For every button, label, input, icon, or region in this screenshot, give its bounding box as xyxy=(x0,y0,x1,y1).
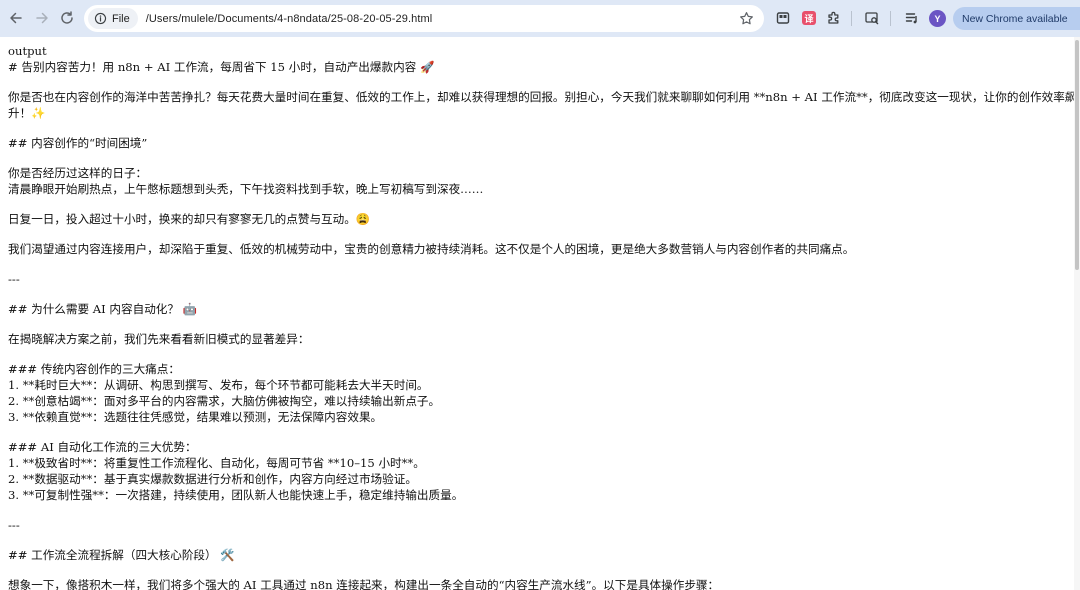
text-line: 你是否也在内容创作的海洋中苦苦挣扎？每天花费大量时间在重复、低效的工作上，却难以… xyxy=(8,90,1074,104)
search-tab-button[interactable] xyxy=(864,10,880,26)
forward-button[interactable] xyxy=(30,6,54,30)
text-line: 2. **数据驱动**：基于真实爆款数据进行分析和创作，内容方向经过市场验证。 xyxy=(8,472,417,486)
toolbar-divider xyxy=(890,11,891,26)
reading-mode-button[interactable] xyxy=(775,10,791,26)
info-icon xyxy=(94,12,107,25)
text-line: 1. **极致省时**：将重复性工作流程化、自动化，每周可节省 **10–15 … xyxy=(8,456,425,470)
text-line: ## 内容创作的“时间困境” xyxy=(8,136,148,150)
playlist-icon xyxy=(905,13,917,24)
update-label: New Chrome available xyxy=(962,12,1068,25)
site-info-label: File xyxy=(112,12,130,25)
text-line: 3. **可复制性强**：一次搭建，持续使用，团队新人也能快速上手，稳定维持输出… xyxy=(8,488,464,502)
text-line: 升！✨ xyxy=(8,106,46,120)
bookmark-star-icon[interactable] xyxy=(739,11,754,26)
more-vert-icon: ⋮ xyxy=(1075,12,1080,26)
arrow-left-icon xyxy=(10,12,22,24)
text-line: ### 传统内容创作的三大痛点： xyxy=(8,362,180,376)
text-line: 清晨睁眼开始刷热点，上午憋标题想到头秃，下午找资料找到手软，晚上写初稿写到深夜…… xyxy=(8,182,484,196)
url-text[interactable]: /Users/mulele/Documents/4-n8ndata/25-08-… xyxy=(146,13,433,25)
tab-search-icon xyxy=(865,12,879,25)
text-line: 2. **创意枯竭**：面对多平台的内容需求，大脑仿佛被掏空，难以持续输出新点子… xyxy=(8,394,441,408)
text-line: output xyxy=(8,44,47,58)
translate-icon: 译 xyxy=(802,11,816,25)
new-chrome-available-button[interactable]: New Chrome available ⋮ xyxy=(953,7,1080,30)
reading-mode-icon xyxy=(776,12,790,24)
text-line: 你是否经历过这样的日子： xyxy=(8,166,148,180)
reload-icon xyxy=(61,11,73,24)
extensions-button[interactable] xyxy=(826,10,842,26)
text-line: --- xyxy=(8,518,20,532)
puzzle-icon xyxy=(828,11,839,24)
text-line: 1. **耗时巨大**：从调研、构思到撰写、发布，每个环节都可能耗去大半天时间。 xyxy=(8,378,429,392)
reload-button[interactable] xyxy=(55,6,79,30)
text-line: ## 为什么需要 AI 内容自动化？ 🤖 xyxy=(8,302,198,316)
translate-extension-button[interactable]: 译 xyxy=(801,10,817,26)
text-line: 我们渴望通过内容连接用户，却深陷于重复、低效的机械劳动中，宝贵的创意精力被持续消… xyxy=(8,242,855,256)
document-body: output # 告别内容苦力！用 n8n + AI 工作流，每周省下 15 小时… xyxy=(0,37,1074,590)
back-button[interactable] xyxy=(4,6,28,30)
text-line: ## 工作流全流程拆解（四大核心阶段） 🛠️ xyxy=(8,548,235,562)
text-line: 在揭晓解决方案之前，我们先来看看新旧模式的显著差异： xyxy=(8,332,310,346)
toolbar-divider xyxy=(851,11,852,26)
browser-toolbar: File /Users/mulele/Documents/4-n8ndata/2… xyxy=(0,0,1080,37)
media-controls-button[interactable] xyxy=(904,10,920,26)
text-line: 日复一日，投入超过十小时，换来的却只有寥寥无几的点赞与互动。😩 xyxy=(8,212,371,226)
text-line: 想象一下，像搭积木一样，我们将多个强大的 AI 工具通过 n8n 连接起来，构建… xyxy=(8,578,720,590)
text-line: 3. **依赖直觉**：选题往往凭感觉，结果难以预测，无法保障内容效果。 xyxy=(8,410,383,424)
profile-avatar[interactable]: Y xyxy=(929,10,946,27)
address-bar[interactable]: File /Users/mulele/Documents/4-n8ndata/2… xyxy=(84,5,764,32)
site-info-chip[interactable]: File xyxy=(88,8,138,29)
text-line: ### AI 自动化工作流的三大优势： xyxy=(8,440,197,454)
scrollbar-thumb[interactable] xyxy=(1075,40,1079,270)
text-line: # 告别内容苦力！用 n8n + AI 工作流，每周省下 15 小时，自动产出爆… xyxy=(8,60,435,74)
arrow-right-icon xyxy=(36,12,48,24)
text-line: --- xyxy=(8,272,20,286)
